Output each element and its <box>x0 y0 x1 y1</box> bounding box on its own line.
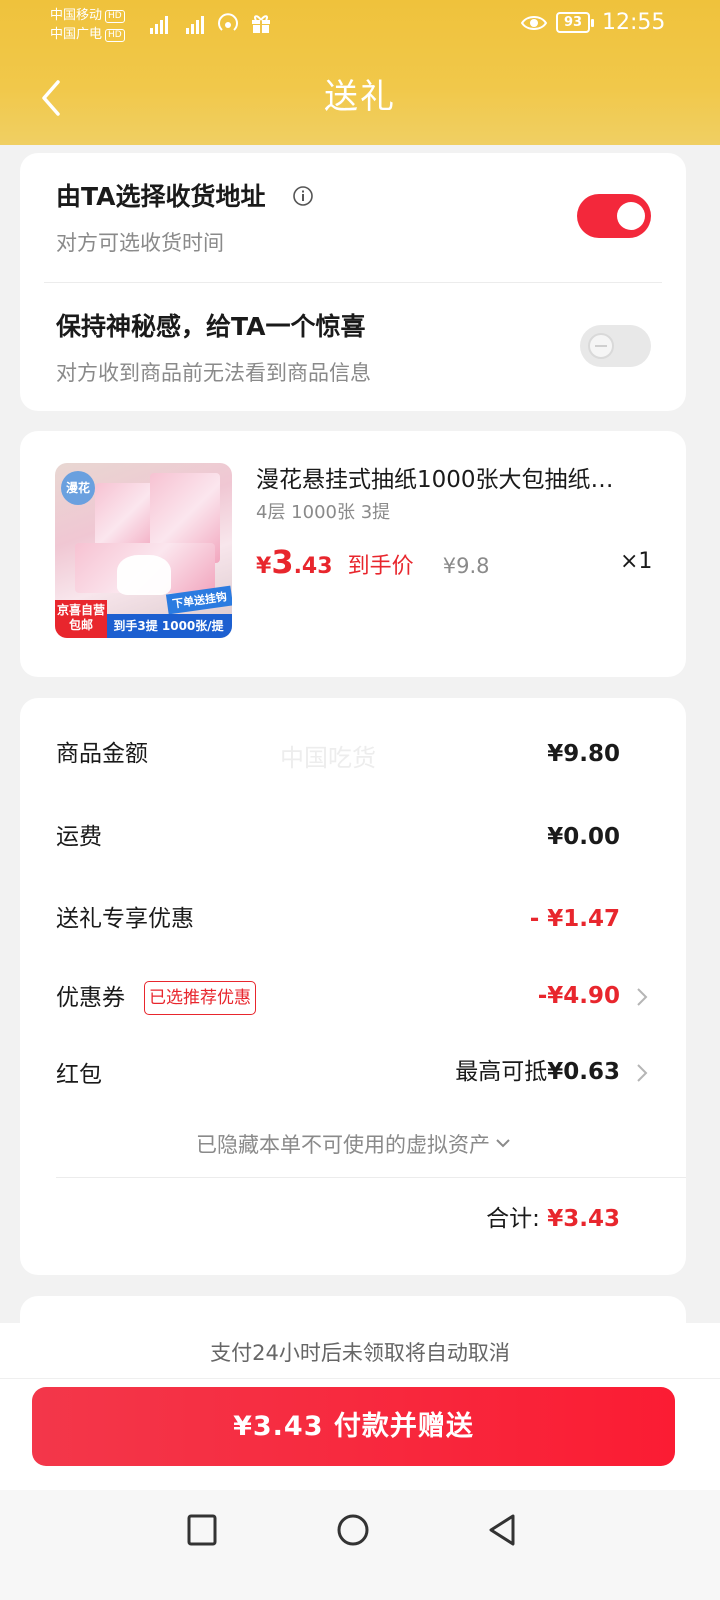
coupon-tag: 已选推荐优惠 <box>144 981 256 1015</box>
mystery-option-subtitle: 对方收到商品前无法看到商品信息 <box>56 361 371 385</box>
shipping-badge: 京喜自营 包邮 <box>55 600 107 638</box>
watermark: 中国吃货 <box>280 744 376 772</box>
status-bar: 中国移动 HD 中国广电 HD 93 12:55 <box>0 0 720 50</box>
shipping-value: ¥0.00 <box>547 824 620 850</box>
back-icon[interactable] <box>482 1510 522 1550</box>
product-spec: 4层 1000张 3提 <box>256 502 391 523</box>
address-toggle[interactable] <box>577 194 651 238</box>
shipping-label: 运费 <box>56 824 102 850</box>
product-name[interactable]: 漫花悬挂式抽纸1000张大包抽纸… <box>256 465 656 495</box>
brand-badge: 漫花 <box>61 471 95 505</box>
carrier-2: 中国广电 <box>50 27 103 42</box>
product-card: 漫花 下单送挂钩 到手3提 1000张/提 京喜自营 包邮 漫花悬挂式抽纸100… <box>20 431 686 677</box>
home-icon[interactable] <box>333 1510 373 1550</box>
coupon-value[interactable]: -¥4.90 <box>538 981 620 1011</box>
header: 中国移动 HD 中国广电 HD 93 12:55 送礼 <box>0 0 720 145</box>
gift-options-card: 由TA选择收货地址 对方可选收货时间 保持神秘感，给TA一个惊喜 对方收到商品前… <box>20 153 686 411</box>
hidden-assets-toggle[interactable]: 已隐藏本单不可使用的虚拟资产 <box>20 1130 686 1160</box>
signal-icon <box>186 12 204 34</box>
recent-apps-icon[interactable] <box>182 1510 222 1550</box>
hidden-assets-text: 已隐藏本单不可使用的虚拟资产 <box>196 1133 490 1157</box>
total-row: 合计: ¥3.43 <box>486 1203 620 1235</box>
chevron-down-icon <box>496 1139 510 1148</box>
quantity: ×1 <box>620 549 653 574</box>
coupon-label[interactable]: 优惠券 <box>56 983 125 1013</box>
chevron-right-icon[interactable] <box>636 1063 648 1083</box>
price-currency: ¥ <box>256 554 272 579</box>
divider <box>0 1378 720 1379</box>
hd-badge: HD <box>105 29 125 42</box>
clock: 12:55 <box>602 10 666 35</box>
fee-summary-card: 中国吃货 商品金额 ¥9.80 运费 ¥0.00 送礼专享优惠 - ¥1.47 … <box>20 698 686 1275</box>
goods-amount-label: 商品金额 <box>56 741 148 767</box>
total-value: ¥3.43 <box>547 1206 620 1232</box>
redpacket-prefix: 最高可抵 <box>455 1059 548 1085</box>
gift-icon <box>252 15 270 33</box>
product-image[interactable]: 漫花 下单送挂钩 到手3提 1000张/提 京喜自营 包邮 <box>55 463 232 638</box>
price-decimal: .43 <box>293 554 333 579</box>
redpacket-value-row[interactable]: 最高可抵¥0.63 <box>455 1057 620 1087</box>
pay-and-gift-button[interactable]: ¥3.43 付款并赠送 <box>32 1387 675 1466</box>
price-row: ¥3.43 到手价 ¥9.8 <box>256 543 490 583</box>
hd-badge: HD <box>105 10 125 23</box>
promo-banner: 到手3提 1000张/提 <box>105 614 232 638</box>
price-integer: 3 <box>271 543 294 581</box>
redpacket-value: ¥0.63 <box>547 1059 620 1085</box>
original-price: ¥9.8 <box>442 554 490 578</box>
mystery-option-title: 保持神秘感，给TA一个惊喜 <box>56 312 366 341</box>
goods-amount-value: ¥9.80 <box>547 741 620 767</box>
price-label: 到手价 <box>347 554 414 579</box>
carrier-1: 中国移动 <box>50 8 103 23</box>
mystery-toggle[interactable] <box>580 325 651 367</box>
page-title: 送礼 <box>324 77 396 117</box>
redpacket-label[interactable]: 红包 <box>56 1060 102 1090</box>
battery-indicator: 93 <box>556 12 594 33</box>
divider <box>56 1177 686 1178</box>
address-option-title: 由TA选择收货地址 <box>56 182 266 211</box>
chevron-right-icon[interactable] <box>636 987 648 1007</box>
hotspot-icon <box>218 13 238 31</box>
eye-icon <box>521 16 547 30</box>
address-option-subtitle: 对方可选收货时间 <box>56 231 224 255</box>
divider <box>44 282 662 283</box>
total-label: 合计: <box>486 1206 540 1232</box>
auto-cancel-notice: 支付24小时后未领取将自动取消 <box>210 1341 510 1365</box>
gift-discount-label: 送礼专享优惠 <box>56 906 194 932</box>
info-icon[interactable] <box>292 185 314 207</box>
carrier-info: 中国移动 HD 中国广电 HD <box>50 6 125 44</box>
signal-icon <box>150 12 168 34</box>
gift-discount-value: - ¥1.47 <box>529 906 620 932</box>
